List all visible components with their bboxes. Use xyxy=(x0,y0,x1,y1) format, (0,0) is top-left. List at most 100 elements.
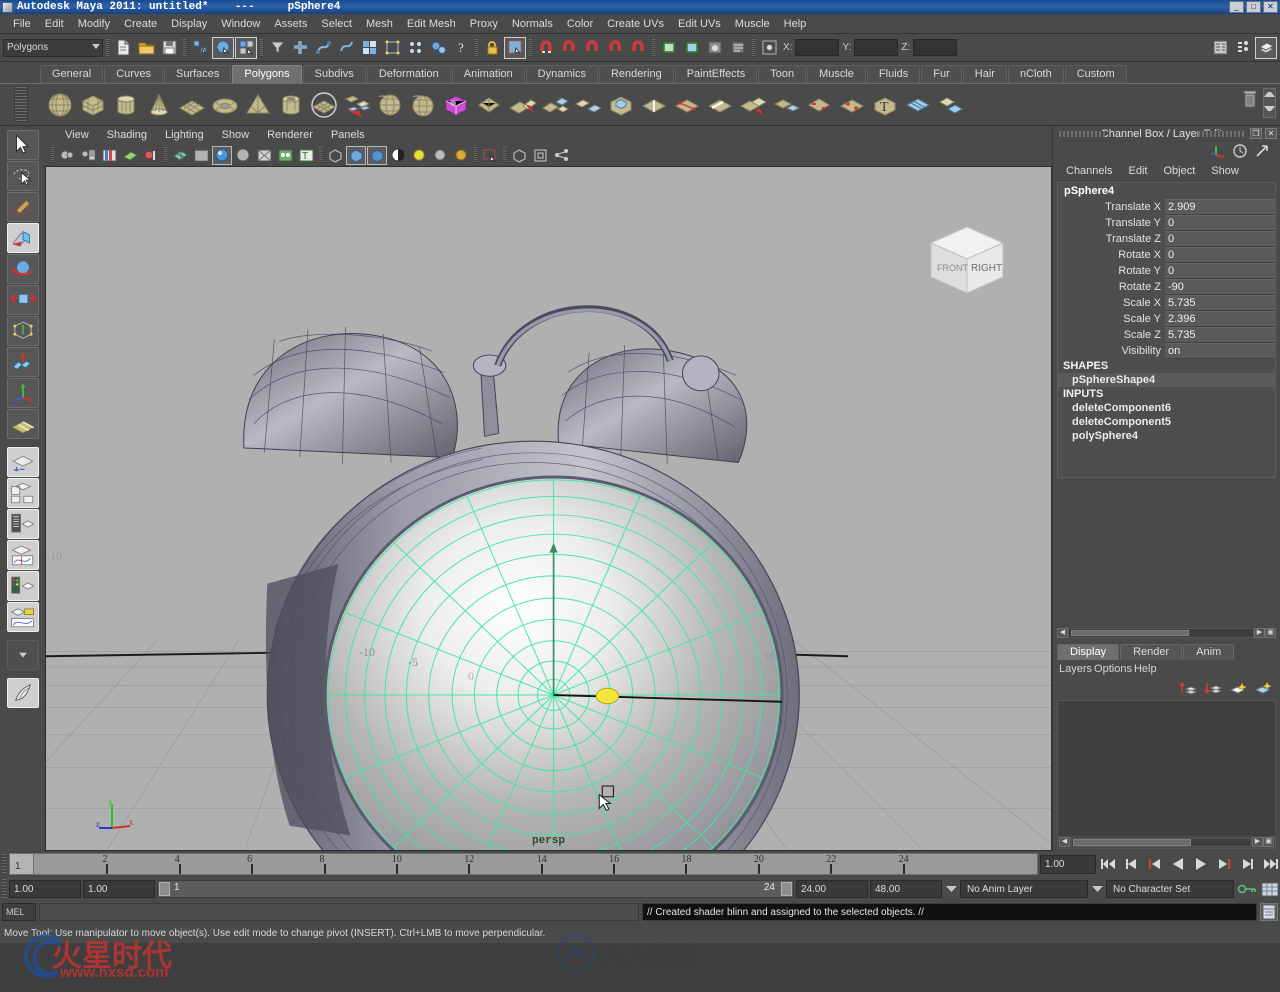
mirror-geometry-icon[interactable] xyxy=(573,90,603,120)
layer-list-area[interactable]: ◀ ▶ ▣ xyxy=(1057,700,1276,849)
attribute-row[interactable]: Translate Y 0 xyxy=(1058,215,1275,231)
menu-item-window[interactable]: Window xyxy=(214,16,267,32)
poly-plane-icon[interactable] xyxy=(177,90,207,120)
snap-curve-icon[interactable] xyxy=(312,37,334,59)
menu-item-proxy[interactable]: Proxy xyxy=(463,16,505,32)
poly-cube-icon[interactable] xyxy=(78,90,108,120)
layer-scroll-right[interactable]: ▶ xyxy=(1252,837,1263,847)
layer-menu-layers[interactable]: Layers xyxy=(1059,663,1092,675)
menu-item-modify[interactable]: Modify xyxy=(71,16,117,32)
menu-set-selector[interactable]: Polygons xyxy=(3,38,103,57)
attribute-row[interactable]: Translate X 2.909 xyxy=(1058,199,1275,215)
persp-graph-layout[interactable] xyxy=(6,540,39,570)
construction-history-icon[interactable] xyxy=(404,37,426,59)
camera-attributes-icon[interactable] xyxy=(78,146,98,165)
layer-tab-render[interactable]: Render xyxy=(1120,644,1183,660)
poly-cut-faces-icon[interactable] xyxy=(771,90,801,120)
textured-icon[interactable] xyxy=(254,146,274,165)
poly-cone-icon[interactable] xyxy=(144,90,174,120)
single-perspective-view-layout[interactable] xyxy=(6,447,39,477)
current-time-indicator[interactable]: 1 xyxy=(10,854,34,874)
bookmark-icon[interactable] xyxy=(99,146,119,165)
shaded-wireframe-icon[interactable] xyxy=(233,146,253,165)
poly-crease-icon[interactable] xyxy=(804,90,834,120)
open-scene-icon[interactable] xyxy=(135,37,157,59)
character-set-chevron-down-icon[interactable] xyxy=(1090,880,1104,898)
attribute-row[interactable]: Rotate X 0 xyxy=(1058,247,1275,263)
wireframe-icon[interactable] xyxy=(170,146,190,165)
text-icon[interactable]: T xyxy=(870,90,900,120)
animation-preferences-icon[interactable] xyxy=(1259,879,1280,899)
arrow-icon[interactable] xyxy=(1254,143,1270,162)
attribute-value-field[interactable]: 0 xyxy=(1165,263,1275,279)
persp-trax-layout[interactable] xyxy=(6,602,39,632)
poly-cylinder-icon[interactable] xyxy=(111,90,141,120)
viewport-menu-lighting[interactable]: Lighting xyxy=(157,128,212,142)
rotate-tool[interactable] xyxy=(6,254,39,284)
layer-tab-display[interactable]: Display xyxy=(1057,644,1120,660)
four-view-layout[interactable] xyxy=(6,478,39,508)
paint-effects-icon[interactable] xyxy=(6,678,39,708)
default-light-icon[interactable] xyxy=(430,146,450,165)
open-outliner-icon[interactable] xyxy=(1209,37,1231,59)
range-left-handle[interactable] xyxy=(159,882,170,896)
select-mask-icon[interactable] xyxy=(266,37,288,59)
occlusion-light-icon[interactable] xyxy=(409,146,429,165)
attribute-value-field[interactable]: -90 xyxy=(1165,279,1275,295)
attribute-row[interactable]: Visibility on xyxy=(1058,343,1275,359)
combine-icon[interactable] xyxy=(474,90,504,120)
split-polygon-icon[interactable] xyxy=(672,90,702,120)
scroll-left-button[interactable]: ◀ xyxy=(1057,628,1068,638)
poly-torus-icon[interactable] xyxy=(210,90,240,120)
isolate-select-icon[interactable] xyxy=(480,146,500,165)
shadows-icon[interactable] xyxy=(388,146,408,165)
use-all-lights-icon[interactable] xyxy=(275,146,295,165)
menu-item-edit-mesh[interactable]: Edit Mesh xyxy=(400,16,463,32)
viewport-menu-view[interactable]: View xyxy=(57,128,97,142)
close-button[interactable]: ✕ xyxy=(1263,1,1278,13)
manipulator-icon[interactable] xyxy=(1210,143,1226,162)
play-forwards-icon[interactable] xyxy=(1190,854,1211,874)
animation-end-time-field[interactable]: 48.00 xyxy=(870,880,942,898)
shelf-tab-rendering[interactable]: Rendering xyxy=(598,65,674,83)
coord-y-field[interactable] xyxy=(854,39,899,56)
attribute-row[interactable]: Rotate Y 0 xyxy=(1058,263,1275,279)
layer-list-scrollbar[interactable]: ◀ ▶ ▣ xyxy=(1058,836,1275,848)
range-right-handle[interactable] xyxy=(781,882,792,896)
attribute-value-field[interactable]: 0 xyxy=(1165,247,1275,263)
shelf-tab-painteffects[interactable]: PaintEffects xyxy=(674,65,758,83)
save-scene-icon[interactable] xyxy=(158,37,180,59)
attribute-value-field[interactable]: 0 xyxy=(1165,215,1275,231)
channel-box-horizontal-scrollbar[interactable]: ◀ ▶ ▣ xyxy=(1057,627,1276,639)
shelf-tab-deformation[interactable]: Deformation xyxy=(366,65,451,83)
magnet-curve-icon[interactable] xyxy=(558,37,580,59)
script-editor-icon[interactable] xyxy=(1260,903,1278,921)
shelf-tab-subdivs[interactable]: Subdivs xyxy=(302,65,366,83)
select-by-hierarchy-icon[interactable] xyxy=(189,37,211,59)
xray-active-components-icon[interactable] xyxy=(367,145,387,165)
snap-point-icon[interactable] xyxy=(335,37,357,59)
extrude-icon[interactable] xyxy=(606,90,636,120)
time-slider-grip[interactable] xyxy=(2,854,7,874)
channel-box-menu-channels[interactable]: Channels xyxy=(1059,164,1119,178)
viewport-menu-renderer[interactable]: Renderer xyxy=(259,128,321,142)
input-node-item[interactable]: polySphere4 xyxy=(1058,429,1275,443)
go-to-start-icon[interactable] xyxy=(1098,854,1119,874)
shelf-tab-dynamics[interactable]: Dynamics xyxy=(525,65,598,83)
anim-layer-chevron-down-icon[interactable] xyxy=(944,880,958,898)
shelf-tab-animation[interactable]: Animation xyxy=(451,65,525,83)
soft-modification-tool[interactable] xyxy=(6,347,39,377)
two-sided-lighting-icon[interactable] xyxy=(141,146,161,165)
scrollbar-thumb[interactable] xyxy=(1071,630,1189,636)
menu-item-help[interactable]: Help xyxy=(777,16,814,32)
play-backwards-icon[interactable] xyxy=(1167,854,1188,874)
channel-box-attribute-list[interactable]: pSphere4 Translate X 2.909 Translate Y 0 Tra… xyxy=(1057,182,1276,478)
clock-icon[interactable] xyxy=(1232,143,1248,162)
help-icon[interactable]: ? xyxy=(450,37,472,59)
shelf-tab-polygons[interactable]: Polygons xyxy=(232,65,302,83)
smooth-shade-all-icon[interactable] xyxy=(212,145,232,165)
grid-toggle-icon[interactable] xyxy=(509,146,529,165)
shelf-tab-ncloth[interactable]: nCloth xyxy=(1007,65,1064,83)
menu-item-display[interactable]: Display xyxy=(164,16,214,32)
layer-scrollbar-thumb[interactable] xyxy=(1073,838,1191,846)
